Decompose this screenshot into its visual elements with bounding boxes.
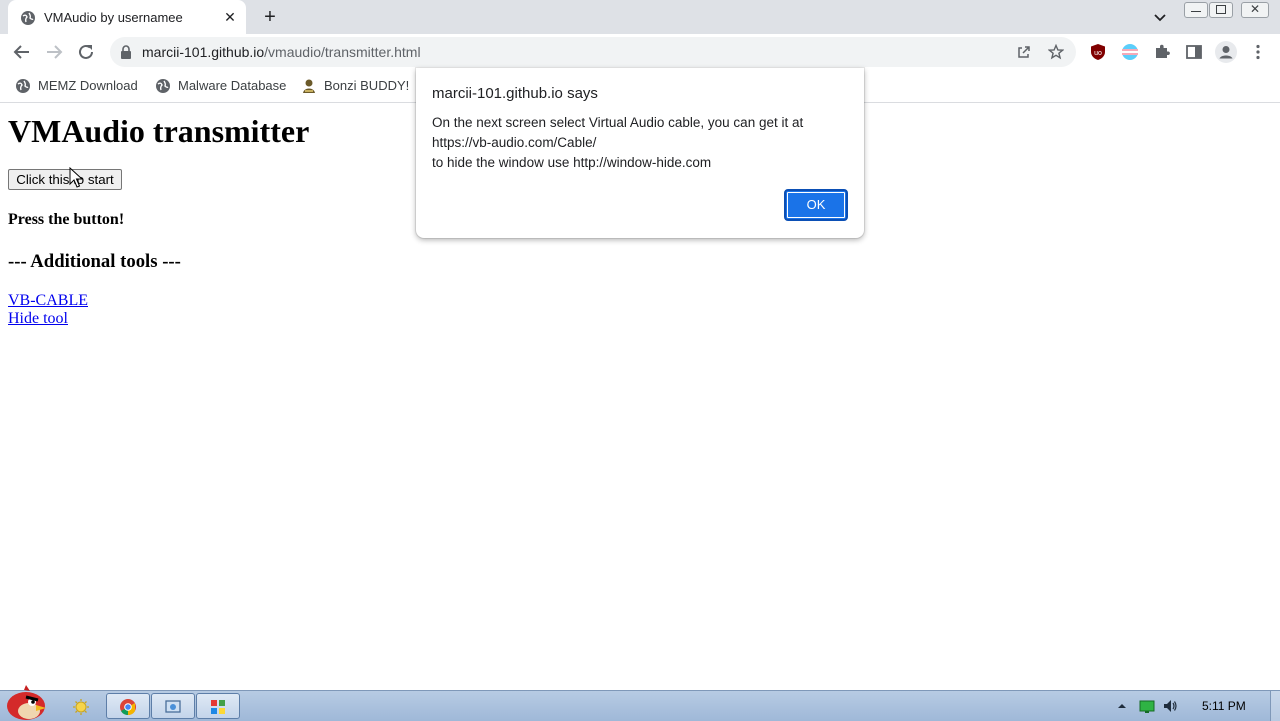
show-desktop-button[interactable] xyxy=(1270,691,1280,721)
ok-button[interactable]: OK xyxy=(784,189,848,221)
browser-tab[interactable]: VMAudio by usernamee ✕ xyxy=(8,0,246,34)
bookmark-bonzi-buddy[interactable]: Bonzi BUDDY! xyxy=(301,76,409,96)
pride-flag-icon[interactable] xyxy=(1121,43,1139,61)
vb-cable-link[interactable]: VB-CABLE xyxy=(8,292,88,310)
forward-arrow-icon[interactable] xyxy=(45,43,63,61)
side-panel-icon[interactable] xyxy=(1185,43,1203,61)
page-title: VMAudio transmitter xyxy=(8,113,310,149)
dialog-message-line: On the next screen select Virtual Audio … xyxy=(432,115,804,130)
dialog-message-line: https://vb-audio.com/Cable/ xyxy=(432,135,597,150)
restore-icon[interactable] xyxy=(1209,2,1233,18)
close-window-icon[interactable]: ✕ xyxy=(1241,2,1269,18)
kebab-menu-icon[interactable] xyxy=(1249,43,1267,61)
svg-text:uo: uo xyxy=(1094,50,1102,57)
start-button[interactable]: Click this to start xyxy=(8,169,122,190)
bookmark-label: Bonzi BUDDY! xyxy=(324,78,410,93)
taskbar-clock[interactable]: 5:11 PM xyxy=(1202,699,1246,713)
taskbar-paint-button[interactable] xyxy=(196,693,240,719)
address-bar[interactable]: marcii-101.github.io/vmaudio/transmitter… xyxy=(110,37,1076,67)
puzzle-icon[interactable] xyxy=(1153,43,1171,61)
star-icon[interactable] xyxy=(1048,44,1064,60)
hide-tool-link[interactable]: Hide tool xyxy=(8,310,68,328)
dialog-message-line: to hide the window use http://window-hid… xyxy=(432,155,712,170)
share-icon[interactable] xyxy=(1016,44,1032,60)
window-app-icon xyxy=(165,700,181,713)
network-icon[interactable] xyxy=(1139,698,1155,714)
new-tab-icon[interactable]: + xyxy=(260,7,280,27)
url-text: marcii-101.github.io/vmaudio/transmitter… xyxy=(142,44,421,60)
paint-icon xyxy=(211,700,225,714)
mouse-cursor-icon xyxy=(69,167,83,188)
bookmark-label: MEMZ Download xyxy=(38,78,138,93)
profile-avatar-icon[interactable] xyxy=(1215,41,1237,63)
tab-strip: VMAudio by usernamee ✕ + ✕ xyxy=(0,0,1280,34)
ublock-origin-icon[interactable]: uo xyxy=(1089,43,1107,61)
alert-dialog: marcii-101.github.io says On the next sc… xyxy=(416,68,864,238)
close-tab-icon[interactable]: ✕ xyxy=(222,9,238,25)
dialog-title: marcii-101.github.io says xyxy=(432,85,598,102)
globe-icon xyxy=(21,11,35,25)
bookmark-memz-download[interactable]: MEMZ Download xyxy=(15,76,140,96)
globe-icon xyxy=(16,79,30,93)
lock-icon[interactable] xyxy=(120,45,132,59)
taskbar: 5:11 PM xyxy=(0,685,1280,721)
taskbar-chrome-button[interactable] xyxy=(106,693,150,719)
chrome-icon xyxy=(120,699,136,716)
explorer-folder-icon[interactable] xyxy=(72,698,90,716)
taskbar-app-button[interactable] xyxy=(151,693,195,719)
tab-search-icon[interactable] xyxy=(1152,9,1168,25)
start-button-angry-bird-icon[interactable] xyxy=(4,683,48,721)
url-host: marcii-101.github.io xyxy=(142,44,265,60)
reload-icon[interactable] xyxy=(77,43,95,61)
volume-icon[interactable] xyxy=(1162,698,1178,714)
back-arrow-icon[interactable] xyxy=(13,43,31,61)
tab-title: VMAudio by usernamee xyxy=(44,10,183,25)
press-button-text: Press the button! xyxy=(8,211,125,228)
show-hidden-icons-icon[interactable] xyxy=(1116,698,1128,714)
browser-toolbar: marcii-101.github.io/vmaudio/transmitter… xyxy=(0,34,1280,70)
bookmark-malware-database[interactable]: Malware Database xyxy=(155,76,287,96)
bookmark-label: Malware Database xyxy=(178,78,287,93)
url-path: /vmaudio/transmitter.html xyxy=(264,44,421,60)
bonzi-icon xyxy=(303,79,315,93)
globe-icon xyxy=(156,79,170,93)
minimize-icon[interactable] xyxy=(1184,2,1208,18)
additional-tools-heading: --- Additional tools --- xyxy=(8,251,181,272)
